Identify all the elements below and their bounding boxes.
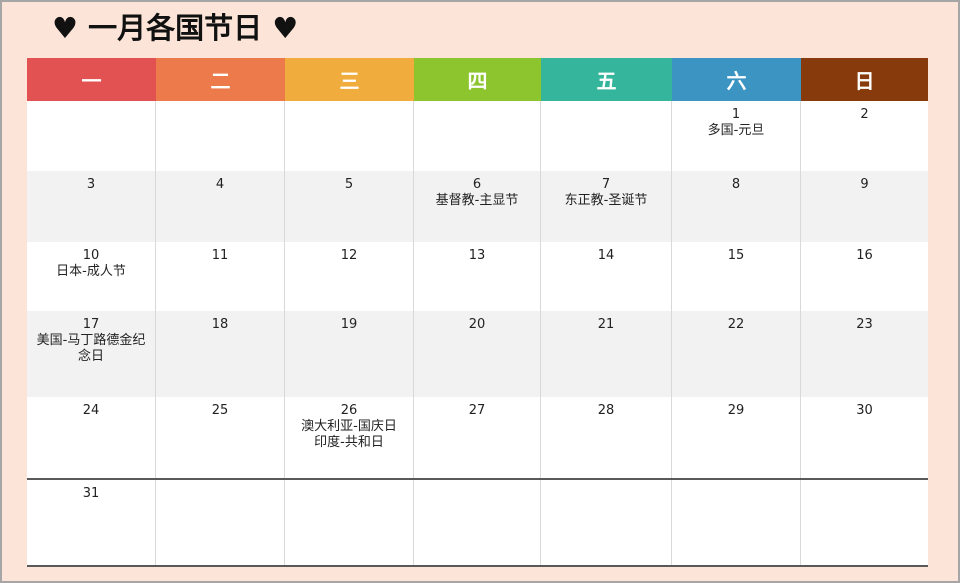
day-number: 2	[860, 107, 869, 122]
page-title: ♥ 一月各国节日 ♥	[52, 11, 299, 45]
day-cell[interactable]: 3	[27, 171, 156, 242]
week-row: 10 日本-成人节 11 12 13 14 15 16	[27, 242, 928, 311]
day-number: 9	[860, 177, 869, 192]
day-cell[interactable]: 22	[672, 311, 801, 397]
day-number: 11	[211, 248, 229, 263]
day-number: 4	[215, 177, 225, 192]
day-number: 12	[340, 248, 358, 263]
day-cell[interactable]	[156, 480, 285, 565]
weekday-header: 四	[414, 58, 541, 101]
day-number: 22	[727, 317, 745, 332]
day-cell[interactable]: 31	[27, 480, 156, 565]
day-cell[interactable]: 11	[156, 242, 285, 311]
day-cell[interactable]: 16	[801, 242, 928, 311]
day-cell[interactable]: 9	[801, 171, 928, 242]
weekday-header-row: 一二三四五六日	[27, 58, 928, 101]
week-row: 17 美国-马丁路德金纪念日 18 19 20 21 22 23	[27, 311, 928, 397]
day-cell[interactable]: 7 东正教-圣诞节	[541, 171, 672, 242]
day-number: 19	[340, 317, 358, 332]
day-cell[interactable]: 15	[672, 242, 801, 311]
calendar-frame: ♥ 一月各国节日 ♥ 一二三四五六日 1 多国-元旦 2 3 4 5 6 基督教-主显节 7 东正…	[0, 0, 960, 583]
day-number: 5	[344, 177, 354, 192]
day-cell[interactable]: 25	[156, 397, 285, 478]
weekday-header: 六	[672, 58, 801, 101]
weekday-header: 日	[801, 58, 928, 101]
day-cell[interactable]	[156, 101, 285, 171]
day-cell[interactable]	[541, 480, 672, 565]
day-cell[interactable]: 23	[801, 311, 928, 397]
week-row: 1 多国-元旦 2	[27, 101, 928, 171]
day-cell[interactable]: 10 日本-成人节	[27, 242, 156, 311]
day-number: 16	[856, 248, 873, 263]
holiday-label: 美国-马丁路德金纪念日	[36, 333, 146, 364]
day-cell[interactable]: 20	[414, 311, 541, 397]
day-number: 15	[727, 248, 745, 263]
week-row: 3 4 5 6 基督教-主显节 7 东正教-圣诞节 8 9	[27, 171, 928, 242]
day-number: 10	[82, 248, 100, 263]
day-cell[interactable]: 27	[414, 397, 541, 478]
day-cell[interactable]: 29	[672, 397, 801, 478]
day-cell[interactable]: 17 美国-马丁路德金纪念日	[27, 311, 156, 397]
day-number: 25	[211, 403, 229, 418]
holiday-label: 澳大利亚-国庆日	[301, 419, 397, 434]
day-number: 29	[727, 403, 745, 418]
day-cell[interactable]	[801, 480, 928, 565]
day-number: 17	[82, 317, 100, 332]
day-cell[interactable]: 8	[672, 171, 801, 242]
weekday-header: 二	[156, 58, 285, 101]
day-cell[interactable]: 21	[541, 311, 672, 397]
day-cell[interactable]: 4	[156, 171, 285, 242]
day-cell[interactable]: 12	[285, 242, 414, 311]
day-cell[interactable]: 19	[285, 311, 414, 397]
day-cell[interactable]: 28	[541, 397, 672, 478]
holiday-label: 多国-元旦	[707, 123, 765, 138]
day-cell[interactable]	[541, 101, 672, 171]
day-number: 18	[211, 317, 229, 332]
day-number: 6	[472, 177, 482, 192]
day-number: 23	[856, 317, 873, 332]
day-number: 21	[597, 317, 615, 332]
day-cell[interactable]	[27, 101, 156, 171]
week-row: 24 25 26 澳大利亚-国庆日 印度-共和日 27 28 29 30	[27, 397, 928, 478]
day-cell[interactable]: 24	[27, 397, 156, 478]
day-cell[interactable]: 26 澳大利亚-国庆日 印度-共和日	[285, 397, 414, 478]
day-cell[interactable]: 30	[801, 397, 928, 478]
day-number: 13	[468, 248, 486, 263]
day-number: 30	[856, 403, 873, 418]
day-number: 3	[86, 177, 96, 192]
day-number: 27	[468, 403, 486, 418]
day-number: 24	[82, 403, 100, 418]
holiday-label: 东正教-圣诞节	[564, 193, 648, 208]
day-cell[interactable]	[285, 480, 414, 565]
week-row: 31	[27, 478, 928, 567]
holiday-label: 日本-成人节	[56, 264, 126, 279]
day-cell[interactable]: 6 基督教-主显节	[414, 171, 541, 242]
day-cell[interactable]	[414, 101, 541, 171]
day-number: 20	[468, 317, 486, 332]
day-cell[interactable]	[672, 480, 801, 565]
day-number: 8	[731, 177, 741, 192]
weekday-header: 一	[27, 58, 156, 101]
holiday-label: 印度-共和日	[314, 435, 384, 450]
day-cell[interactable]: 2	[801, 101, 928, 171]
day-number: 31	[82, 486, 100, 501]
weekday-header: 五	[541, 58, 672, 101]
day-cell[interactable]: 13	[414, 242, 541, 311]
day-cell[interactable]	[285, 101, 414, 171]
day-cell[interactable]: 14	[541, 242, 672, 311]
day-number: 14	[597, 248, 615, 263]
holiday-label: 基督教-主显节	[435, 193, 519, 208]
day-cell[interactable]: 18	[156, 311, 285, 397]
day-cell[interactable]: 1 多国-元旦	[672, 101, 801, 171]
day-cell[interactable]	[414, 480, 541, 565]
day-number: 26	[340, 403, 358, 418]
day-cell[interactable]: 5	[285, 171, 414, 242]
day-number: 7	[601, 177, 611, 192]
weekday-header: 三	[285, 58, 414, 101]
day-number: 1	[731, 107, 741, 122]
day-number: 28	[597, 403, 615, 418]
calendar-weeks: 1 多国-元旦 2 3 4 5 6 基督教-主显节 7 东正教-圣诞节 8 9 10 日本-成人节 11 12…	[27, 101, 928, 567]
calendar-grid: 一二三四五六日 1 多国-元旦 2 3 4 5 6 基督教-主显节 7 东正教-圣诞节 8 9 10 日本…	[27, 58, 928, 567]
